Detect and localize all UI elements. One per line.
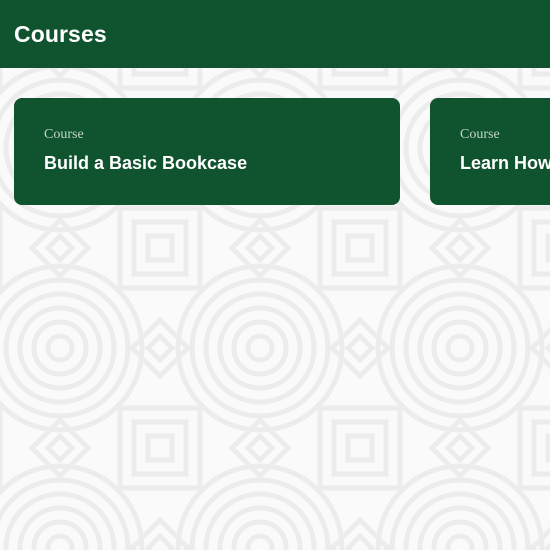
course-card[interactable]: Course Build a Basic Bookcase	[14, 98, 400, 205]
course-card[interactable]: Course Learn How	[430, 98, 550, 205]
page-title: Courses	[14, 20, 107, 47]
course-list: Course Build a Basic Bookcase Course Lea…	[14, 98, 550, 205]
course-type-label: Course	[460, 127, 500, 142]
course-title[interactable]: Learn How	[460, 153, 550, 173]
top-bar: Courses	[0, 0, 550, 68]
page: Courses Course Build a Basic Bookcase Co…	[0, 0, 550, 550]
course-title[interactable]: Build a Basic Bookcase	[44, 153, 400, 173]
course-type-label: Course	[44, 127, 84, 142]
